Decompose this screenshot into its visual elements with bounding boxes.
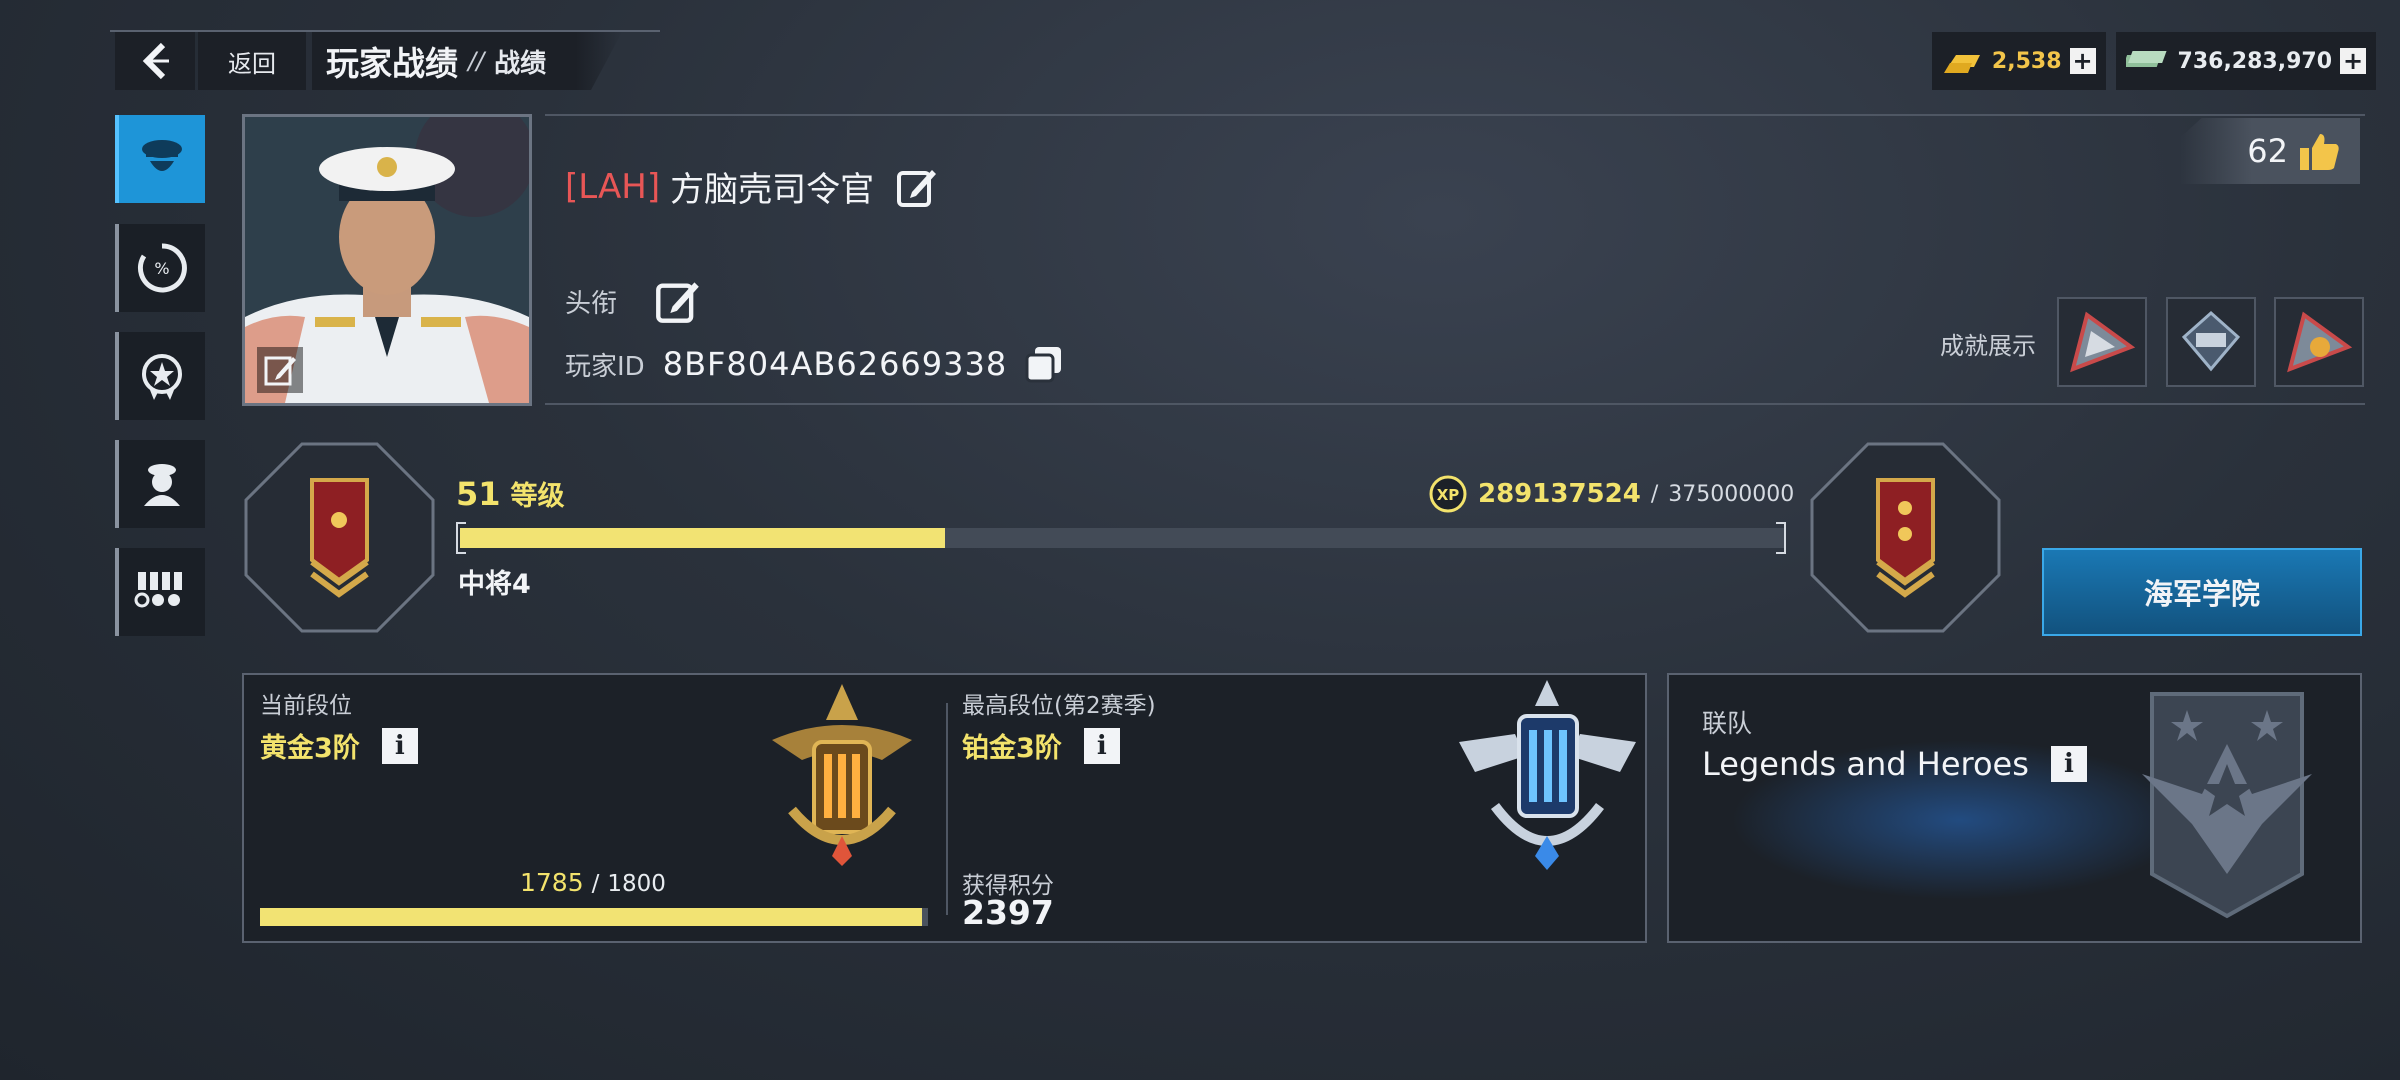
score-value: 2397 <box>962 893 1054 932</box>
fleet-label: 联队 <box>1702 709 1753 738</box>
copy-id-button[interactable] <box>1025 345 1063 383</box>
highest-tier-label: 最高段位(第2赛季) <box>962 693 1156 719</box>
sidebar-item-crew[interactable] <box>115 440 205 528</box>
xp-current: 289137524 <box>1478 479 1641 509</box>
cash-currency: 736,283,970 + <box>2115 32 2376 90</box>
back-label[interactable]: 返回 <box>198 32 306 90</box>
player-level: 51 等级 <box>456 474 565 513</box>
thumbs-up-icon <box>2300 134 2339 170</box>
cash-amount: 736,283,970 <box>2177 48 2332 74</box>
fleet-name-row: Legends and Heroes i <box>1702 745 2087 783</box>
likes-count: 62 <box>2247 132 2288 170</box>
gold-currency: 2,538 + <box>1931 32 2106 90</box>
rank-points-row: 1785 / 1800 <box>520 868 666 897</box>
profile-divider-bottom <box>545 403 2365 405</box>
profile-divider-top <box>545 114 2365 116</box>
add-cash-button[interactable]: + <box>2340 48 2366 74</box>
copy-icon <box>1025 347 1062 383</box>
player-id: 8BF804AB62669338 <box>662 345 1008 383</box>
edit-icon <box>897 169 937 207</box>
platinum-rank-emblem <box>1459 680 1636 870</box>
level-word: 等级 <box>510 481 565 512</box>
bar-bracket-right <box>1776 522 1786 554</box>
rank-progress-bar <box>260 908 928 926</box>
edit-icon <box>264 356 296 386</box>
star-badge-icon <box>142 354 182 400</box>
svg-text:XP: XP <box>1437 486 1460 504</box>
fleet-name: Legends and Heroes <box>1702 745 2029 783</box>
page-title: 玩家战绩 <box>326 44 458 83</box>
sidebar-item-medals[interactable] <box>115 548 205 636</box>
rank-points-max: 1800 <box>607 871 666 897</box>
rank-progress-fill <box>260 908 923 926</box>
edit-name-button[interactable] <box>896 166 938 208</box>
info-icon[interactable]: i <box>1083 727 1120 764</box>
gold-rank-emblem <box>772 684 912 866</box>
svg-text:%: % <box>154 259 169 278</box>
sidebar-item-officer[interactable] <box>115 115 205 203</box>
fleet-emblem <box>2142 692 2312 919</box>
currency-bar: 2,538 + 736,283,970 + <box>1931 32 2376 90</box>
player-avatar[interactable] <box>242 114 532 406</box>
xp-row: XP 289137524 / 375000000 <box>1428 474 1794 514</box>
xp-icon: XP <box>1429 475 1467 513</box>
clan-tag: [LAH] <box>565 166 661 207</box>
rank-points-current: 1785 <box>520 868 584 897</box>
gold-bar-icon <box>1943 55 1980 73</box>
current-tier-row: 黄金3阶 i <box>260 726 418 765</box>
cash-stack-icon <box>2125 51 2167 67</box>
edit-avatar-button[interactable] <box>257 347 303 393</box>
edit-icon <box>656 282 699 323</box>
sidebar-item-achievements[interactable] <box>115 332 205 420</box>
back-arrow-icon <box>142 42 169 80</box>
achievement-badge-icon <box>2181 310 2241 372</box>
officer-cap-icon <box>142 140 182 171</box>
highest-tier-row: 铂金3阶 i <box>962 726 1120 765</box>
current-rank-insignia <box>244 442 435 633</box>
ranked-panel-divider <box>946 703 948 915</box>
player-id-label: 玩家ID <box>565 351 645 382</box>
next-rank-insignia <box>1810 442 2001 633</box>
highest-tier: 铂金3阶 <box>962 733 1062 764</box>
title-separator: // <box>468 47 485 75</box>
xp-separator: / <box>1650 481 1659 507</box>
rank-points-separator: / <box>591 871 600 897</box>
naval-academy-button[interactable]: 海军学院 <box>2042 548 2362 636</box>
edit-title-button[interactable] <box>655 278 701 324</box>
player-name-row: [LAH] 方脑壳司令官 <box>565 162 938 211</box>
gold-amount: 2,538 <box>1991 48 2062 74</box>
achievements-label: 成就展示 <box>1940 332 2036 360</box>
crew-icon <box>144 464 180 506</box>
current-tier-label: 当前段位 <box>260 693 352 719</box>
percent-gauge-icon: % <box>137 243 187 293</box>
medal-rack-icon <box>134 572 182 608</box>
page-title-bar: 玩家战绩 // 战绩 <box>312 32 622 90</box>
current-tier: 黄金3阶 <box>260 733 360 764</box>
achievement-badge-icon <box>2287 311 2353 373</box>
xp-max: 375000000 <box>1668 481 1795 507</box>
achievement-slot[interactable] <box>2166 297 2256 387</box>
level-progress-fill <box>460 528 945 548</box>
page-subtitle: 战绩 <box>494 48 547 79</box>
level-progress-bar <box>460 528 1785 548</box>
likes-counter[interactable]: 62 <box>2180 118 2360 184</box>
player-title-row: 头衔 <box>565 278 701 324</box>
achievement-badge-icon <box>2070 311 2136 373</box>
rank-name: 中将4 <box>458 569 531 600</box>
player-id-row: 玩家ID 8BF804AB62669338 <box>565 345 1063 383</box>
info-icon[interactable]: i <box>2050 746 2087 782</box>
achievement-slot[interactable] <box>2057 297 2147 387</box>
achievement-slot[interactable] <box>2274 297 2364 387</box>
back-button[interactable] <box>115 32 195 90</box>
level-number: 51 <box>456 475 501 513</box>
info-icon[interactable]: i <box>381 727 418 764</box>
ranked-panel <box>242 673 1647 943</box>
player-name: 方脑壳司令官 <box>670 170 875 210</box>
title-label: 头衔 <box>565 288 618 319</box>
add-gold-button[interactable]: + <box>2069 48 2096 74</box>
sidebar-item-stats[interactable]: % <box>115 224 205 312</box>
